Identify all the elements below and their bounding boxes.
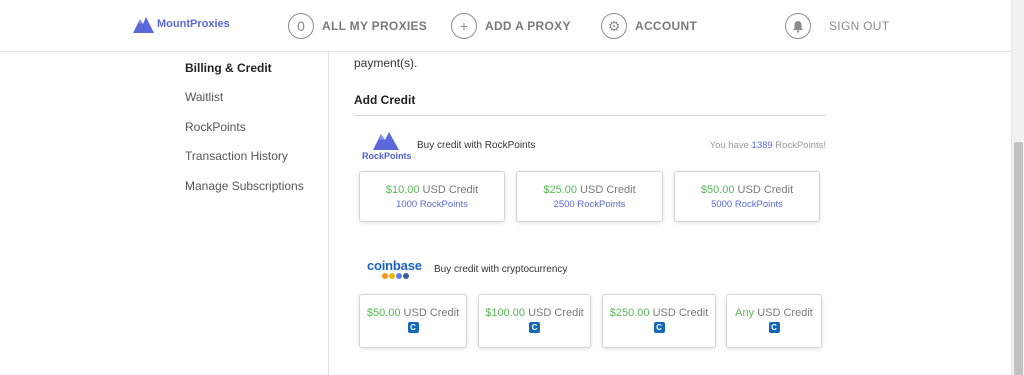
rockpoints-logo: RockPoints xyxy=(362,130,412,161)
nav-account[interactable]: ⚙ ACCOUNT xyxy=(601,13,697,39)
credit-value: $250.00 xyxy=(609,307,650,319)
credit-value: Any xyxy=(735,307,755,319)
credit-value: $50.00 xyxy=(700,184,735,196)
credit-amount: $50.00 USD Credit xyxy=(360,307,466,319)
credit-amount: $25.00 USD Credit xyxy=(517,184,662,196)
credit-value: $50.00 xyxy=(366,307,401,319)
nav-label: ADD A PROXY xyxy=(485,19,571,33)
nav-all-my-proxies[interactable]: 0 ALL MY PROXIES xyxy=(288,13,427,39)
credit-value: $10.00 xyxy=(385,184,420,196)
section-divider xyxy=(354,115,826,116)
credit-amount: $250.00 USD Credit xyxy=(603,307,715,319)
coinbase-icon: C xyxy=(768,322,780,333)
coinbase-title: Buy credit with cryptocurrency xyxy=(434,264,568,275)
sidebar-item-rockpoints[interactable]: RockPoints xyxy=(185,120,246,134)
coinbase-icon: C xyxy=(529,322,540,333)
rockpoints-balance: You have 1389 RockPoints! xyxy=(710,140,826,151)
sidebar-divider xyxy=(328,52,329,375)
scrollbar-thumb[interactable] xyxy=(1014,142,1023,375)
brand-name: MountProxies xyxy=(157,18,230,30)
nav-label: ACCOUNT xyxy=(635,19,698,33)
rockpoints-cost: 5000 RockPoints xyxy=(711,199,783,210)
crypto-coins-icon xyxy=(367,273,423,279)
page-scrollbar[interactable] xyxy=(1011,0,1024,375)
mountain-logo-icon xyxy=(133,17,154,33)
add-credit-heading: Add Credit xyxy=(354,93,416,107)
bell-icon xyxy=(785,13,811,39)
sign-out-label: SIGN OUT xyxy=(829,19,890,33)
crypto-option-100[interactable]: $100.00 USD Credit C xyxy=(478,294,591,348)
plus-icon: + xyxy=(451,13,477,39)
nav-label: ALL MY PROXIES xyxy=(322,19,428,33)
balance-prefix: You have xyxy=(709,140,752,151)
credit-amount: $50.00 USD Credit xyxy=(675,184,819,196)
top-nav-bar: MountProxies 0 ALL MY PROXIES + ADD A PR… xyxy=(0,0,1011,52)
brand-logo[interactable]: MountProxies xyxy=(133,15,230,33)
sidebar-item-transaction-history[interactable]: Transaction History xyxy=(185,149,288,163)
crypto-option-50[interactable]: $50.00 USD Credit C xyxy=(359,294,467,348)
credit-amount: Any USD Credit xyxy=(727,307,821,319)
sidebar-item-billing-credit[interactable]: Billing & Credit xyxy=(185,61,272,75)
coinbase-icon: C xyxy=(407,322,419,333)
mountain-logo-icon xyxy=(373,132,399,150)
balance-suffix: RockPoints! xyxy=(772,140,826,151)
credit-amount: $100.00 USD Credit xyxy=(479,307,590,319)
rockpoints-option-25[interactable]: $25.00 USD Credit 2500 RockPoints xyxy=(516,171,663,222)
description-text: payment(s). xyxy=(354,56,418,70)
balance-value: 1389 xyxy=(751,140,773,151)
credit-value: $100.00 xyxy=(485,307,526,319)
gear-icon: ⚙ xyxy=(601,13,627,39)
credit-unit: USD Credit xyxy=(525,307,584,319)
notifications-button[interactable] xyxy=(785,13,811,39)
credit-unit: USD Credit xyxy=(734,184,794,196)
proxy-count-icon: 0 xyxy=(288,13,314,39)
credit-value: $25.00 xyxy=(543,184,577,196)
coinbase-logo: coinbase xyxy=(367,258,423,279)
rockpoints-cost: 2500 RockPoints xyxy=(553,199,626,210)
credit-unit: USD Credit xyxy=(419,184,479,196)
rockpoints-title: Buy credit with RockPoints xyxy=(417,140,536,151)
nav-add-a-proxy[interactable]: + ADD A PROXY xyxy=(451,13,571,39)
rockpoints-logo-text: RockPoints xyxy=(362,151,412,161)
rockpoints-cost: 1000 RockPoints xyxy=(396,199,468,210)
sign-out-link[interactable]: SIGN OUT xyxy=(829,19,889,33)
coinbase-icon: C xyxy=(653,322,665,333)
credit-unit: USD Credit xyxy=(649,307,709,319)
rockpoints-option-10[interactable]: $10.00 USD Credit 1000 RockPoints xyxy=(359,171,505,222)
rockpoints-option-50[interactable]: $50.00 USD Credit 5000 RockPoints xyxy=(674,171,820,222)
crypto-option-any[interactable]: Any USD Credit C xyxy=(726,294,822,348)
credit-unit: USD Credit xyxy=(754,307,813,319)
credit-unit: USD Credit xyxy=(576,184,636,196)
sidebar-item-manage-subscriptions[interactable]: Manage Subscriptions xyxy=(185,179,304,193)
coinbase-wordmark: coinbase xyxy=(367,258,422,273)
sidebar-item-waitlist[interactable]: Waitlist xyxy=(185,90,223,104)
credit-amount: $10.00 USD Credit xyxy=(360,184,504,196)
crypto-option-250[interactable]: $250.00 USD Credit C xyxy=(602,294,716,348)
credit-unit: USD Credit xyxy=(400,307,460,319)
